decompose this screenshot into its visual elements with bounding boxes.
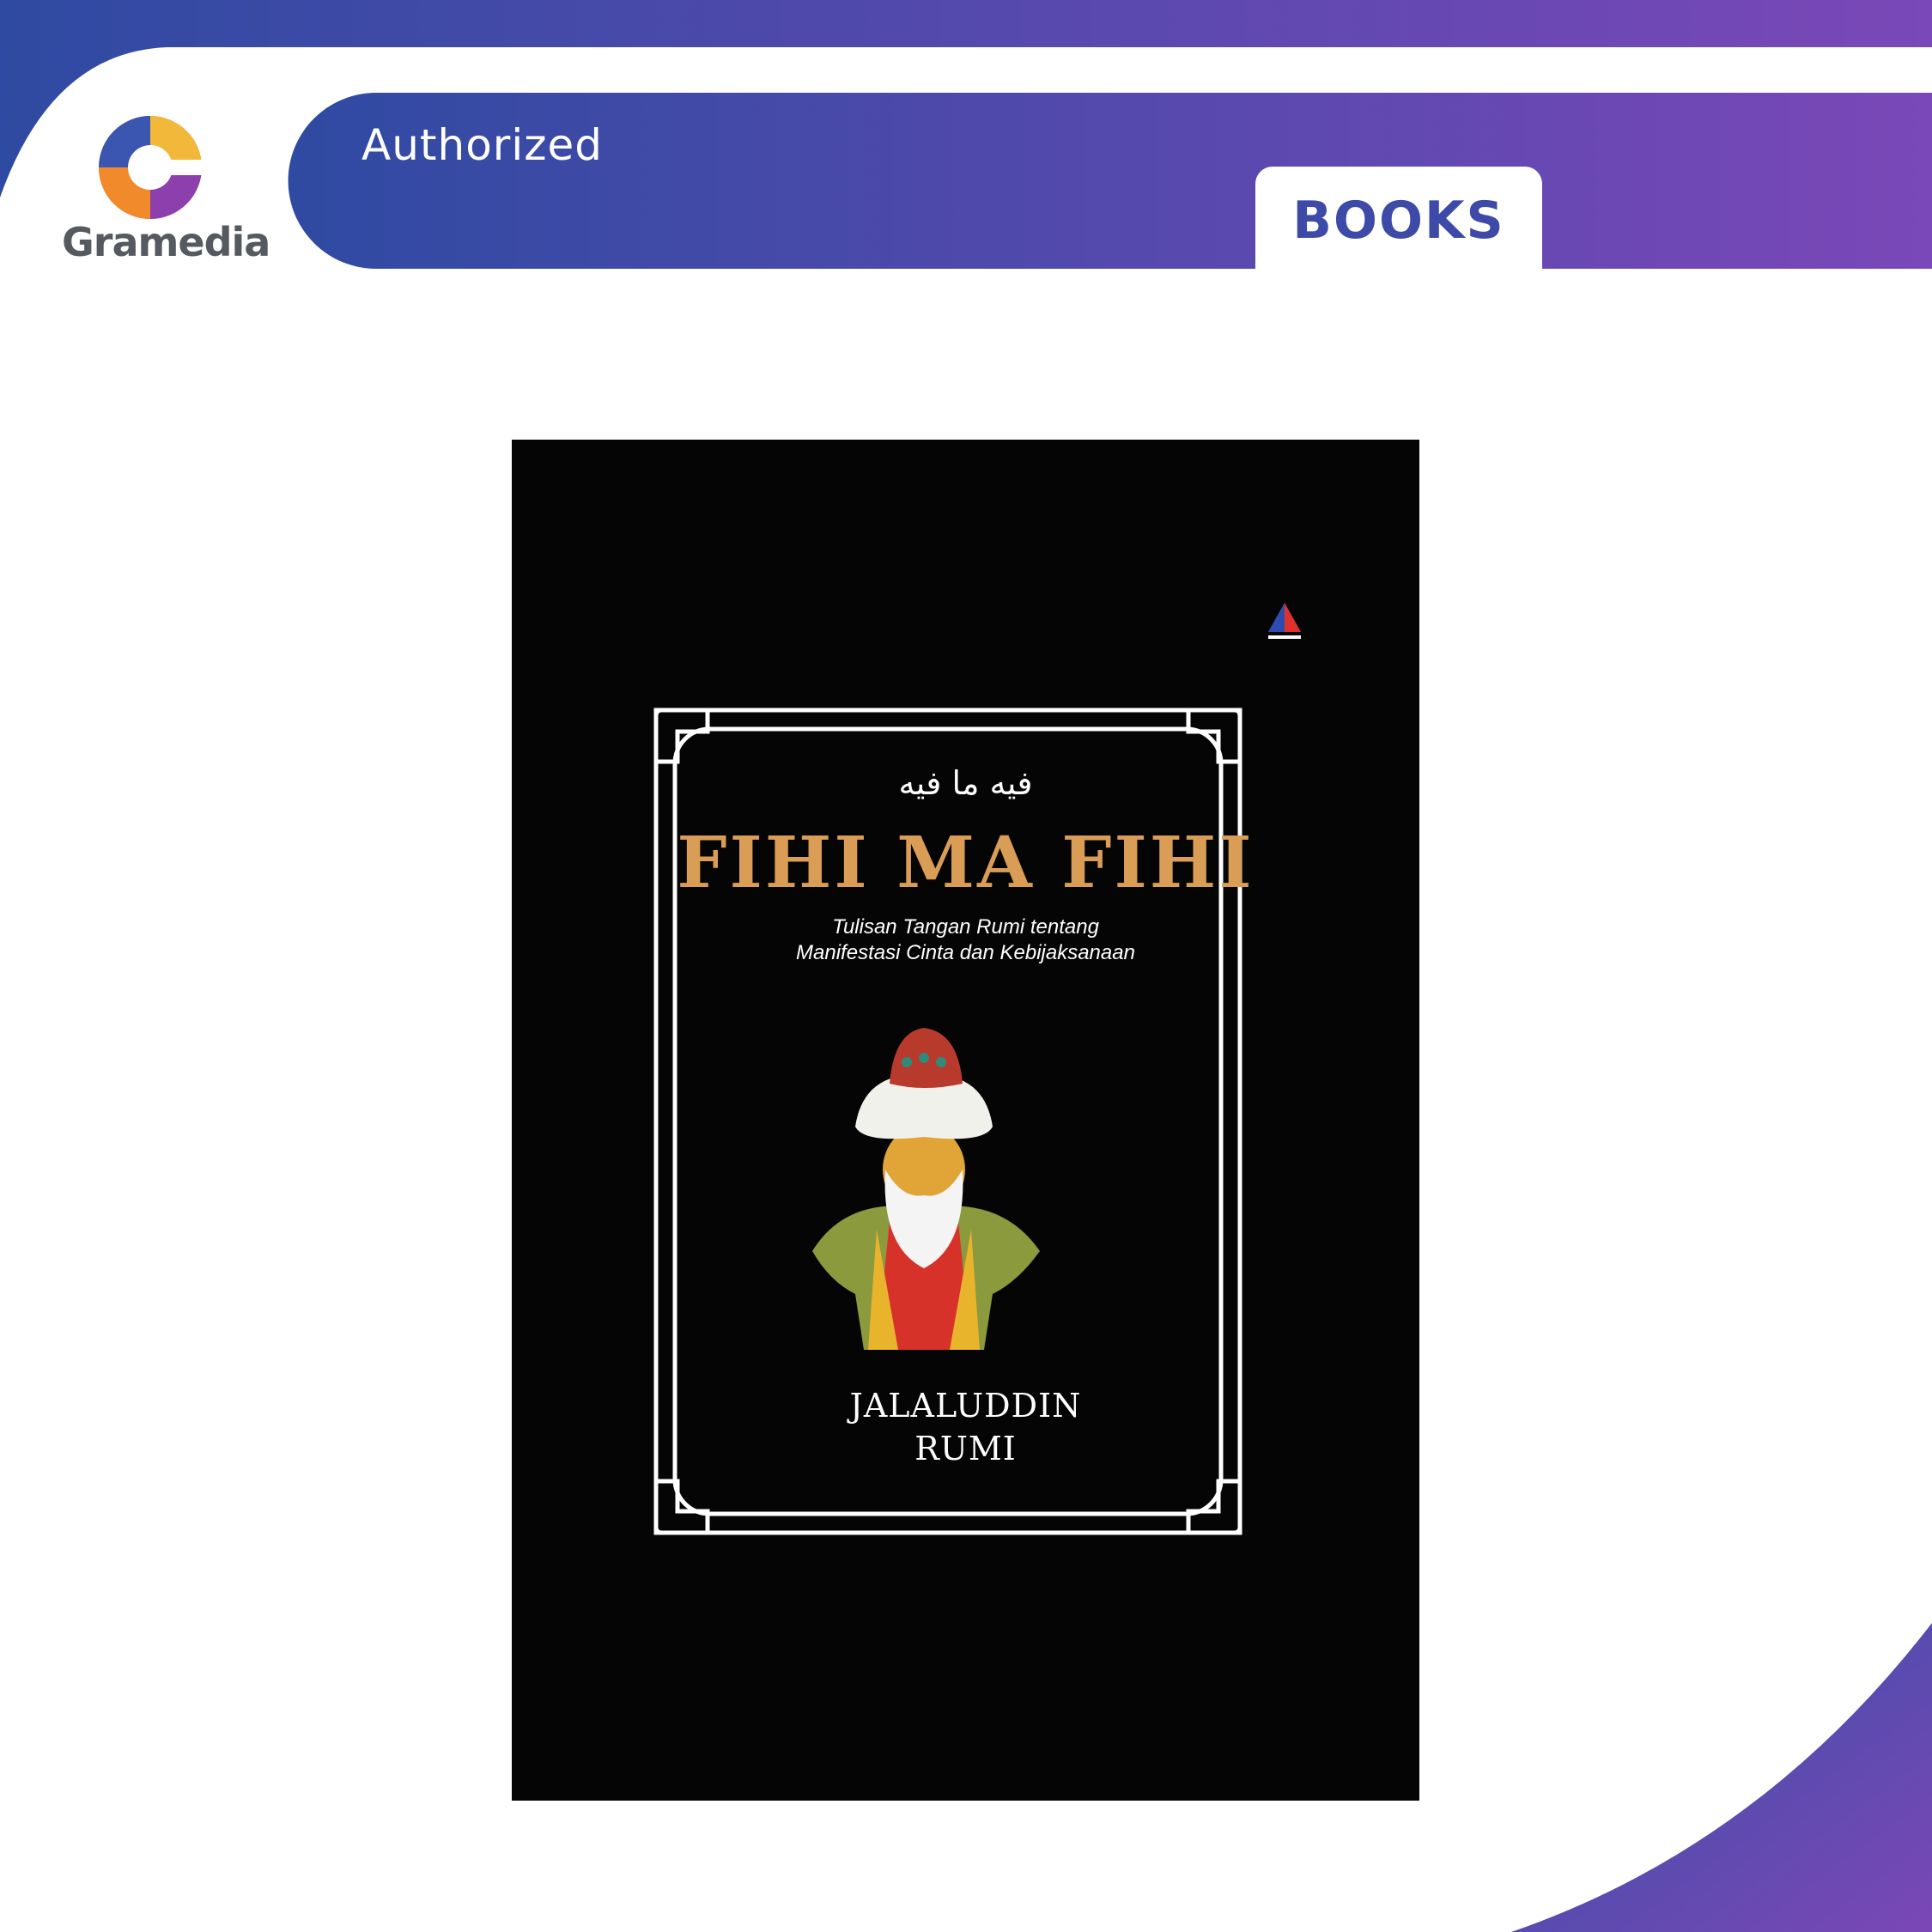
book-cover: فيه ما فيه FIHI MA FIHI Tulisan Tangan R… — [512, 440, 1419, 1801]
books-label: BOOKS — [1292, 191, 1505, 251]
publisher-logo-icon — [1268, 603, 1301, 639]
rumi-portrait-illustration — [812, 1028, 1040, 1350]
arabic-title: فيه ما فيه — [898, 764, 1033, 802]
category-tab-books: BOOKS — [1255, 167, 1542, 270]
gramedia-wordmark: Gramedia — [62, 219, 270, 265]
book-title: FIHI MA FIHI — [677, 822, 1255, 904]
book-subtitle: Tulisan Tangan Rumi tentang Manifestasi … — [796, 915, 1135, 964]
authorized-label: Authorized — [361, 120, 603, 170]
book-author: JALALUDDIN RUMI — [849, 1387, 1082, 1467]
